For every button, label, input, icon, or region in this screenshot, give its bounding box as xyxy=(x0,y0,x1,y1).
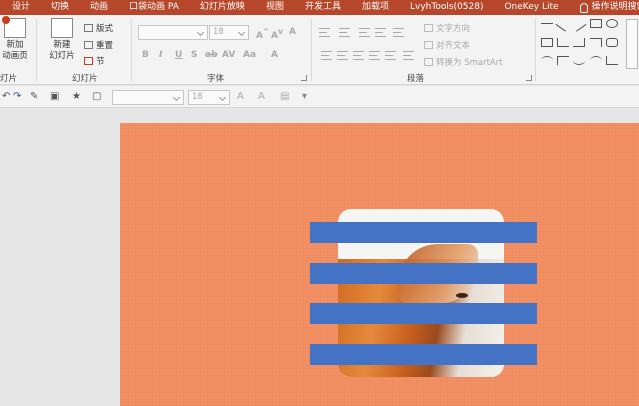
decrease-indent-icon[interactable] xyxy=(359,28,370,37)
shadow-button[interactable]: S xyxy=(191,50,197,60)
ribbon-tab-bar: 设计 切换 动画 口袋动画 PA 幻灯片放映 视图 开发工具 加载项 LvyhT… xyxy=(0,0,639,15)
arrow-line-shape-icon[interactable] xyxy=(571,17,587,32)
reset-button[interactable]: 重置 xyxy=(84,39,113,51)
blue-stripe-3[interactable] xyxy=(310,303,537,324)
distribute-icon[interactable] xyxy=(385,51,396,60)
star-icon[interactable]: ★ xyxy=(72,92,82,102)
square-shape-icon[interactable] xyxy=(541,38,553,47)
font-size-combo[interactable]: 18 xyxy=(209,25,249,40)
qat-decrease-font-icon[interactable]: A xyxy=(258,92,268,102)
angle-shape-icon[interactable] xyxy=(573,38,585,47)
new-slide-button[interactable]: 新建 幻灯片 xyxy=(44,18,80,62)
slide-workspace xyxy=(0,109,639,406)
strikethrough-button[interactable]: ab xyxy=(205,50,218,60)
bullets-icon[interactable] xyxy=(319,28,330,37)
tab-onekey-lite[interactable]: OneKey Lite xyxy=(492,0,567,15)
smartart-icon xyxy=(424,58,433,66)
tab-animations[interactable]: 动画 xyxy=(78,0,117,15)
font-group-label: 字体 xyxy=(207,74,225,84)
justify-icon[interactable] xyxy=(369,51,380,60)
clear-format-icon[interactable]: A xyxy=(289,27,296,37)
numbering-icon[interactable] xyxy=(339,28,350,37)
line-spacing-icon[interactable] xyxy=(393,28,404,37)
elbow-shape-icon[interactable] xyxy=(590,38,602,47)
align-text-icon xyxy=(424,41,433,49)
layout-button[interactable]: 版式 xyxy=(84,22,113,34)
columns-icon[interactable] xyxy=(403,51,414,60)
char-spacing-button[interactable]: AV xyxy=(222,50,235,60)
tab-tell-me[interactable]: 操作说明搜索 xyxy=(568,0,639,15)
tab-design[interactable]: 设计 xyxy=(0,0,39,15)
bent-shape-icon[interactable] xyxy=(557,56,569,65)
group-label-left-partial: 灯片 xyxy=(0,74,18,84)
lightbulb-icon xyxy=(579,2,588,13)
tell-me-label: 操作说明搜索 xyxy=(591,2,639,12)
blue-stripe-4[interactable] xyxy=(310,344,537,365)
curve-shape-icon[interactable] xyxy=(573,56,585,65)
paragraph-group-label: 段落 xyxy=(407,74,425,84)
freeform-shape-icon[interactable] xyxy=(606,56,618,65)
tab-slideshow[interactable]: 幻灯片放映 xyxy=(188,0,254,15)
format-painter-icon[interactable]: ✎ xyxy=(30,92,40,102)
font-color-button[interactable]: A xyxy=(271,50,278,60)
undo-icon[interactable]: ↶ xyxy=(2,92,12,102)
triangle-shape-icon[interactable] xyxy=(557,38,569,47)
tab-pocket-animation[interactable]: 口袋动画 PA xyxy=(117,0,188,15)
shapes-gallery-scrollbar[interactable] xyxy=(626,19,638,69)
blue-stripe-2[interactable] xyxy=(310,263,537,284)
section-button[interactable]: 节 xyxy=(84,55,105,67)
decrease-font-icon[interactable]: Av xyxy=(271,27,283,41)
qat-font-name-combo[interactable] xyxy=(112,90,184,105)
increase-indent-icon[interactable] xyxy=(375,28,386,37)
font-name-combo[interactable] xyxy=(138,25,208,40)
tab-transitions[interactable]: 切换 xyxy=(39,0,78,15)
ribbon: 新加 动画页 灯片 新建 幻灯片 版式 重置 节 幻灯片 18 A^ Av A … xyxy=(0,15,639,85)
line-shape-icon[interactable] xyxy=(541,23,553,32)
increase-font-icon[interactable]: A^ xyxy=(256,27,269,41)
screenshot-icon[interactable]: ▢ xyxy=(92,92,102,102)
reset-icon xyxy=(84,41,93,49)
new-animation-page-icon xyxy=(2,16,26,38)
qat-format-icon[interactable]: ▤ xyxy=(280,92,290,102)
underline-button[interactable]: U xyxy=(175,50,182,60)
layout-icon xyxy=(84,24,93,32)
tab-addins[interactable]: 加载项 xyxy=(350,0,398,15)
rounded-rect-shape-icon[interactable] xyxy=(606,38,618,47)
slide-canvas[interactable] xyxy=(120,123,639,406)
qat-increase-font-icon[interactable]: A xyxy=(237,92,247,102)
qat-font-size-combo[interactable]: 18 xyxy=(188,90,230,105)
quick-toolbar: ↶ ↷ ✎ ▣ ★ ▢ 18 A A ▤ ▾ xyxy=(0,86,639,108)
wave-shape-icon[interactable] xyxy=(590,56,602,65)
tab-view[interactable]: 视图 xyxy=(254,0,293,15)
rectangle-shape-icon[interactable] xyxy=(590,19,602,28)
change-case-button[interactable]: Aa xyxy=(243,50,256,60)
text-direction-icon xyxy=(424,24,433,32)
paragraph-launcher-icon[interactable] xyxy=(526,75,532,81)
section-icon xyxy=(84,57,93,65)
slides-group-label: 幻灯片 xyxy=(72,74,98,84)
qat-customize-icon[interactable]: ▾ xyxy=(302,92,312,102)
convert-smartart-button[interactable]: 转换为 SmartArt xyxy=(424,56,503,68)
diagonal-line-shape-icon[interactable] xyxy=(555,17,571,32)
blue-stripe-1[interactable] xyxy=(310,222,537,243)
font-launcher-icon[interactable] xyxy=(301,75,307,81)
align-left-icon[interactable] xyxy=(321,51,332,60)
picture-icon[interactable]: ▣ xyxy=(50,92,60,102)
tab-developer[interactable]: 开发工具 xyxy=(293,0,350,15)
italic-button[interactable]: I xyxy=(159,50,162,60)
tab-lvyhtools[interactable]: LvyhTools(0528) xyxy=(398,0,492,15)
align-text-button[interactable]: 对齐文本 xyxy=(424,39,470,51)
arc-shape-icon[interactable] xyxy=(541,56,553,65)
new-animation-page-button[interactable]: 新加 动画页 xyxy=(0,16,30,62)
bold-button[interactable]: B xyxy=(142,50,149,60)
align-center-icon[interactable] xyxy=(337,51,348,60)
redo-icon[interactable]: ↷ xyxy=(13,92,23,102)
align-right-icon[interactable] xyxy=(353,51,364,60)
oval-shape-icon[interactable] xyxy=(606,19,618,28)
new-slide-icon xyxy=(51,18,73,38)
text-direction-button[interactable]: 文字方向 xyxy=(424,22,470,34)
